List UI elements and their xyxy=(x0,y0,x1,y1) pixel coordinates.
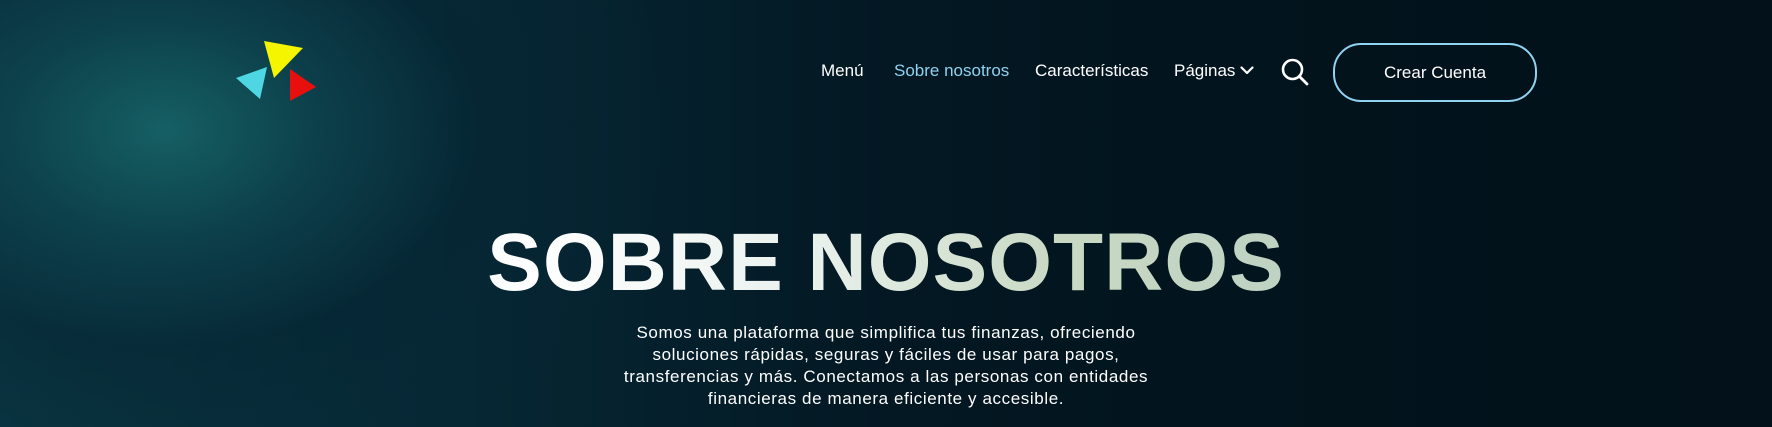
nav-item-features[interactable]: Características xyxy=(1035,43,1148,99)
create-account-button[interactable]: Crear Cuenta xyxy=(1333,43,1537,102)
nav-item-pages-label: Páginas xyxy=(1174,61,1236,80)
page-title: SOBRE NOSOTROS xyxy=(0,218,1772,308)
main-nav: Menú Sobre nosotros Características Pági… xyxy=(0,43,1772,102)
nav-item-about[interactable]: Sobre nosotros xyxy=(894,43,1009,99)
search-icon xyxy=(1281,58,1309,86)
hero-description: Somos una plataforma que simplifica tus … xyxy=(623,323,1149,408)
search-button[interactable] xyxy=(1280,57,1310,87)
nav-item-pages-dropdown[interactable]: Páginas xyxy=(1174,43,1255,99)
nav-item-menu[interactable]: Menú xyxy=(821,43,864,99)
chevron-down-icon xyxy=(1240,65,1255,74)
